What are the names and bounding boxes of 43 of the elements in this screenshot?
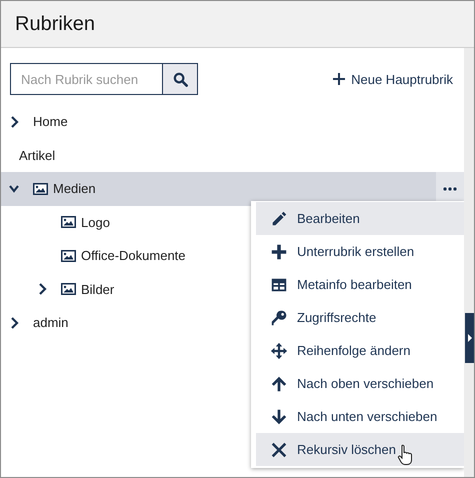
chevron-icon[interactable] bbox=[37, 283, 47, 296]
menu-item[interactable]: Reihenfolge ändern bbox=[256, 334, 464, 367]
table-icon bbox=[270, 276, 288, 294]
tree-item[interactable]: Artikel bbox=[19, 148, 56, 163]
menu-item[interactable]: Metainfo bearbeiten bbox=[256, 268, 464, 301]
add-icon bbox=[270, 242, 288, 260]
up-icon bbox=[270, 374, 288, 392]
triangle-icon bbox=[468, 334, 472, 342]
panel-title: Rubriken bbox=[15, 12, 96, 36]
image-icon bbox=[61, 283, 76, 296]
tree-item[interactable]: Office-Dokumente bbox=[81, 248, 186, 264]
more-icon bbox=[443, 186, 457, 191]
down-icon bbox=[270, 408, 288, 426]
search-field[interactable]: Nach Rubrik suchen bbox=[10, 63, 162, 95]
edit-icon bbox=[270, 210, 288, 228]
tree-row[interactable]: Medien bbox=[1, 172, 464, 206]
image-icon bbox=[33, 182, 48, 195]
image-icon bbox=[61, 250, 76, 262]
menu-item[interactable]: Nach unten verschieben bbox=[256, 400, 464, 433]
tree-item[interactable]: admin bbox=[33, 315, 68, 330]
new-category-button[interactable]: Neue Hauptrubrik bbox=[333, 72, 453, 86]
menu-item[interactable]: Rekursiv löschen bbox=[256, 433, 464, 466]
search-icon bbox=[172, 72, 188, 86]
menu-item[interactable]: Nach oben verschieben bbox=[256, 367, 464, 400]
key-icon bbox=[270, 308, 288, 326]
menu-item[interactable]: Unterrubrik erstellen bbox=[256, 235, 464, 268]
tree-item[interactable]: Home bbox=[33, 114, 68, 130]
chevron-icon[interactable] bbox=[9, 182, 19, 195]
tree-item[interactable]: Logo bbox=[81, 214, 110, 230]
move-icon bbox=[270, 342, 288, 360]
delete-icon bbox=[270, 440, 288, 458]
plus-icon bbox=[333, 73, 346, 85]
chevron-icon[interactable] bbox=[9, 116, 19, 128]
menu-item[interactable]: Zugriffsrechte bbox=[256, 301, 464, 334]
image-icon bbox=[61, 216, 76, 228]
tree-row[interactable]: Home bbox=[1, 105, 464, 138]
tree-item[interactable]: Medien bbox=[53, 181, 96, 196]
menu-item[interactable]: Bearbeiten bbox=[256, 202, 464, 235]
tree-item[interactable]: Bilder bbox=[81, 282, 114, 297]
search-button[interactable] bbox=[162, 63, 198, 95]
chevron-icon[interactable] bbox=[9, 316, 19, 329]
tree-row[interactable]: Artikel bbox=[1, 138, 464, 172]
side-panel-toggle[interactable] bbox=[465, 313, 474, 363]
